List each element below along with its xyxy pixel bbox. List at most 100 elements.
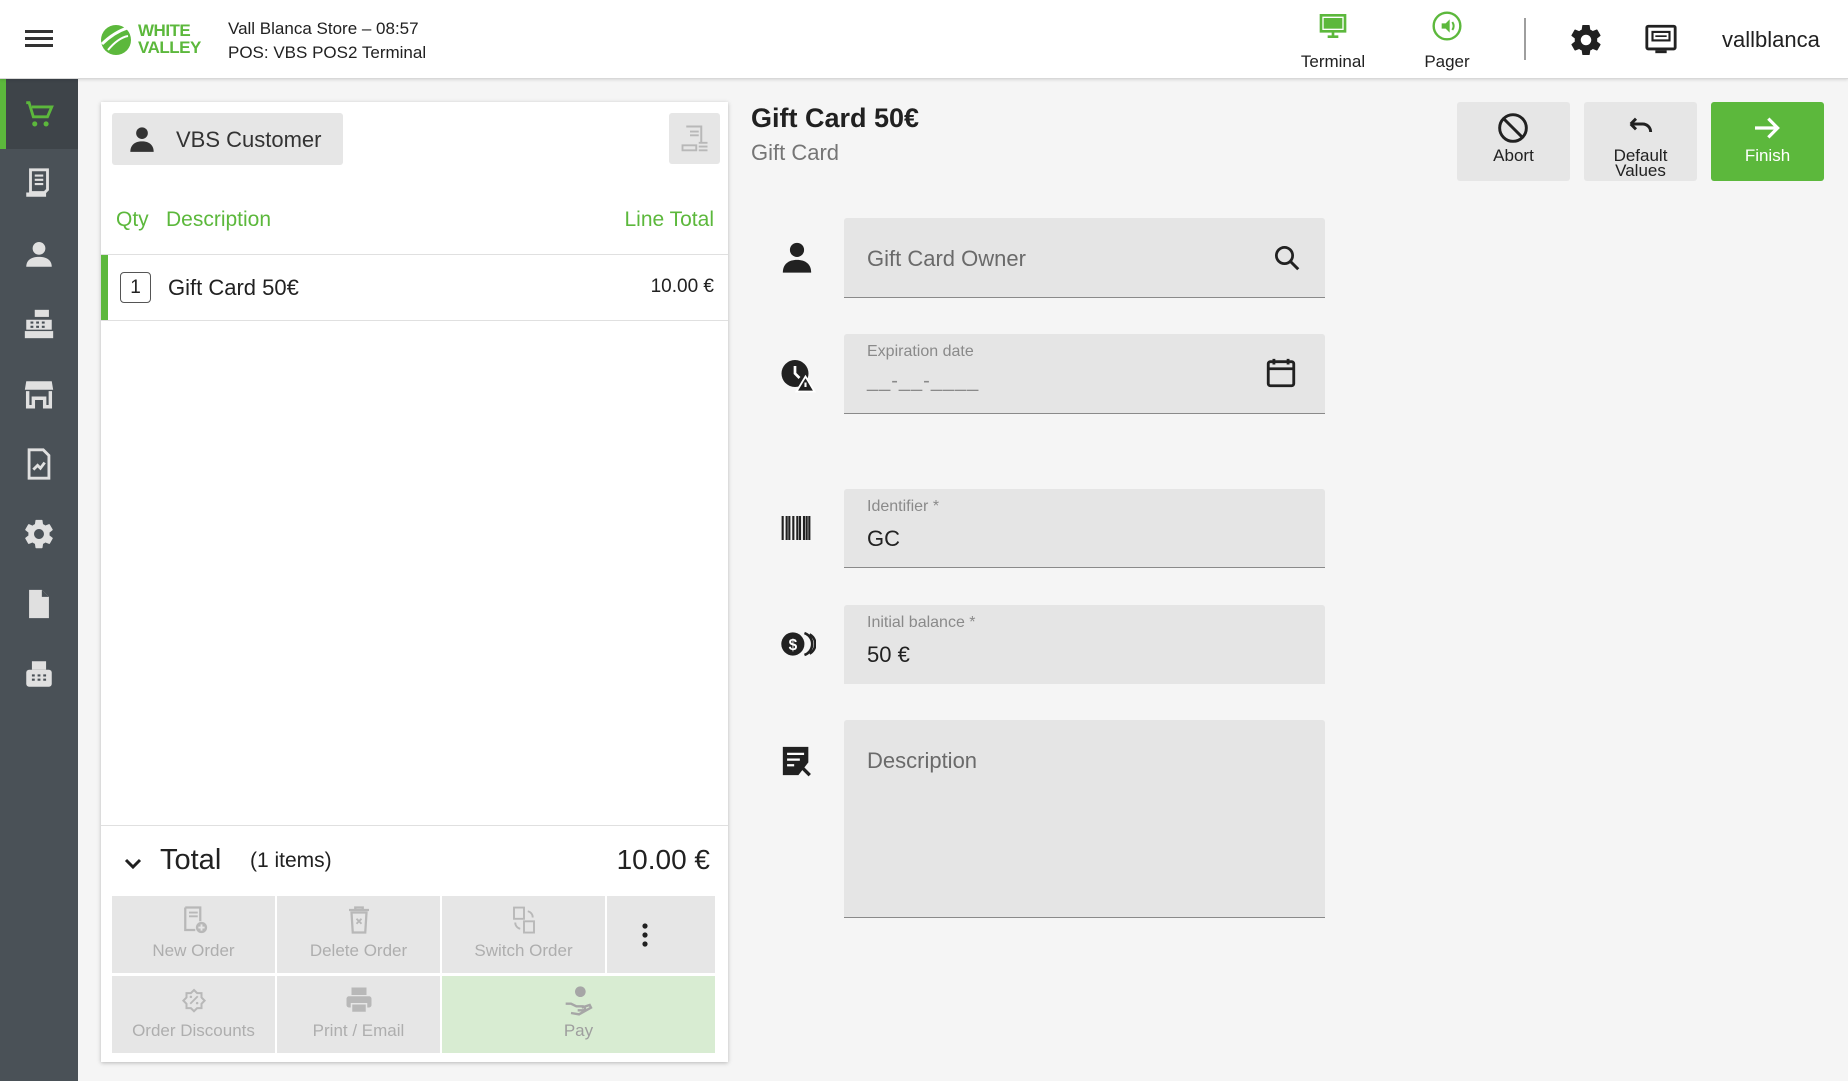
new-order-button[interactable]: New Order bbox=[112, 896, 275, 973]
divider bbox=[1524, 18, 1526, 60]
pager-icon bbox=[1432, 11, 1462, 41]
expiration-date-label: Expiration date bbox=[867, 343, 974, 360]
cart-icon bbox=[26, 101, 54, 127]
store-info: Vall Blanca Store – 08:57 POS: VBS POS2 … bbox=[228, 17, 426, 65]
coins-icon: $ bbox=[781, 631, 816, 657]
identifier-value: GC bbox=[867, 526, 900, 551]
more-vert-icon bbox=[642, 923, 648, 947]
trash-icon bbox=[349, 906, 369, 934]
calendar-icon[interactable] bbox=[1264, 356, 1298, 390]
default-values-button[interactable]: Default Values bbox=[1584, 102, 1697, 181]
sidebar-item-documents[interactable] bbox=[0, 569, 78, 639]
initial-balance-field[interactable]: Initial balance * 50 € bbox=[844, 605, 1325, 684]
order-discounts-button[interactable]: Order Discounts bbox=[112, 976, 275, 1053]
initial-balance-label: Initial balance * bbox=[867, 614, 976, 631]
company-logo: WHITE VALLEY bbox=[98, 20, 218, 60]
identifier-field[interactable]: Identifier * GC bbox=[844, 489, 1325, 568]
undo-icon bbox=[1629, 117, 1653, 133]
display-icon[interactable] bbox=[1644, 22, 1680, 58]
identifier-label: Identifier * bbox=[867, 498, 940, 515]
finish-label: Finish bbox=[1744, 146, 1791, 165]
sidebar-item-store[interactable] bbox=[0, 359, 78, 429]
person-icon bbox=[130, 127, 154, 152]
selected-indicator bbox=[101, 255, 108, 320]
report-icon bbox=[27, 448, 51, 480]
receipt-icon bbox=[26, 168, 49, 197]
customer-name: VBS Customer bbox=[176, 127, 322, 152]
product-subtitle: Gift Card bbox=[751, 140, 840, 165]
new-order-icon bbox=[184, 906, 208, 934]
sidebar bbox=[0, 79, 78, 1081]
column-description: Description bbox=[166, 208, 272, 231]
pay-label: Pay bbox=[563, 1021, 594, 1040]
switch-order-button[interactable]: Switch Order bbox=[442, 896, 605, 973]
description-field[interactable]: Description bbox=[844, 720, 1325, 918]
gift-card-owner-placeholder: Gift Card Owner bbox=[867, 246, 1026, 271]
gear-icon[interactable] bbox=[1568, 22, 1604, 58]
document-icon bbox=[29, 589, 49, 619]
total-value: 10.00 € bbox=[616, 844, 710, 875]
person-icon bbox=[782, 242, 812, 273]
sidebar-item-cart[interactable] bbox=[0, 79, 78, 149]
gift-card-owner-field[interactable]: Gift Card Owner bbox=[844, 218, 1325, 298]
line-description: Gift Card 50€ bbox=[168, 275, 299, 300]
print-email-button[interactable]: Print / Email bbox=[277, 976, 440, 1053]
expiration-date-field[interactable]: Expiration date __-__-____ bbox=[844, 334, 1325, 414]
description-edit-icon bbox=[782, 746, 811, 777]
receipt-icon bbox=[681, 125, 708, 152]
default-values-label: Default Values bbox=[1584, 147, 1697, 180]
sidebar-item-customers[interactable] bbox=[0, 219, 78, 289]
product-title: Gift Card 50€ bbox=[751, 103, 920, 133]
cash-register-icon bbox=[24, 309, 54, 339]
description-placeholder: Description bbox=[867, 748, 978, 773]
nav-terminal[interactable]: Terminal bbox=[1283, 8, 1383, 72]
barcode-icon bbox=[781, 516, 811, 540]
switch-order-icon bbox=[513, 906, 535, 934]
receipt-options-button[interactable] bbox=[669, 113, 720, 164]
pay-hand-icon bbox=[565, 986, 593, 1016]
abort-button[interactable]: Abort bbox=[1457, 102, 1570, 181]
order-panel: VBS Customer Qty Description Line Total … bbox=[101, 102, 728, 1062]
new-order-label: New Order bbox=[152, 941, 235, 960]
order-discounts-label: Order Discounts bbox=[132, 1021, 255, 1040]
expiration-date-mask: __-__-____ bbox=[867, 370, 980, 392]
more-options-button[interactable] bbox=[607, 896, 715, 973]
gear-icon bbox=[25, 519, 53, 549]
username[interactable]: vallblanca bbox=[1722, 27, 1820, 53]
store-name-time: Vall Blanca Store – 08:57 bbox=[228, 19, 419, 38]
person-icon bbox=[26, 241, 52, 267]
top-bar: WHITE VALLEY Vall Blanca Store – 08:57 P… bbox=[0, 0, 1848, 79]
hamburger-menu-icon[interactable] bbox=[22, 26, 56, 54]
sidebar-item-receipts[interactable] bbox=[0, 149, 78, 219]
store-icon bbox=[24, 381, 54, 409]
print-icon bbox=[346, 987, 372, 1014]
nav-pager[interactable]: Pager bbox=[1397, 8, 1497, 72]
pay-button[interactable]: Pay bbox=[442, 976, 715, 1053]
finish-button[interactable]: Finish bbox=[1711, 102, 1824, 181]
order-line[interactable]: 1 Gift Card 50€ 10.00 € bbox=[101, 255, 728, 321]
order-total-area: Total (1 items) 10.00 € New Order Delete… bbox=[101, 825, 728, 1062]
discount-icon bbox=[181, 988, 207, 1013]
sidebar-item-settings[interactable] bbox=[0, 499, 78, 569]
sidebar-item-fax[interactable] bbox=[0, 639, 78, 709]
default-values-label-line2: Values bbox=[1615, 161, 1666, 180]
arrow-right-icon bbox=[1755, 117, 1780, 139]
items-count: (1 items) bbox=[250, 849, 332, 872]
svg-text:$: $ bbox=[789, 637, 798, 654]
abort-label: Abort bbox=[1493, 146, 1534, 165]
fax-icon bbox=[26, 661, 52, 687]
nav-terminal-label: Terminal bbox=[1300, 52, 1366, 71]
chevron-down-icon[interactable] bbox=[121, 852, 145, 876]
line-qty[interactable]: 1 bbox=[120, 272, 151, 303]
sidebar-item-cash-register[interactable] bbox=[0, 289, 78, 359]
customer-button[interactable]: VBS Customer bbox=[112, 113, 343, 165]
expiration-warning-icon bbox=[781, 360, 816, 393]
sidebar-item-reports[interactable] bbox=[0, 429, 78, 499]
delete-order-button[interactable]: Delete Order bbox=[277, 896, 440, 973]
nav-pager-label: Pager bbox=[1424, 52, 1470, 71]
logo-text-line1: WHITE bbox=[138, 21, 191, 40]
search-icon[interactable] bbox=[1272, 243, 1302, 273]
leaf-logo-icon bbox=[100, 24, 135, 55]
block-icon bbox=[1498, 113, 1528, 143]
terminal-name: POS: VBS POS2 Terminal bbox=[228, 43, 427, 62]
